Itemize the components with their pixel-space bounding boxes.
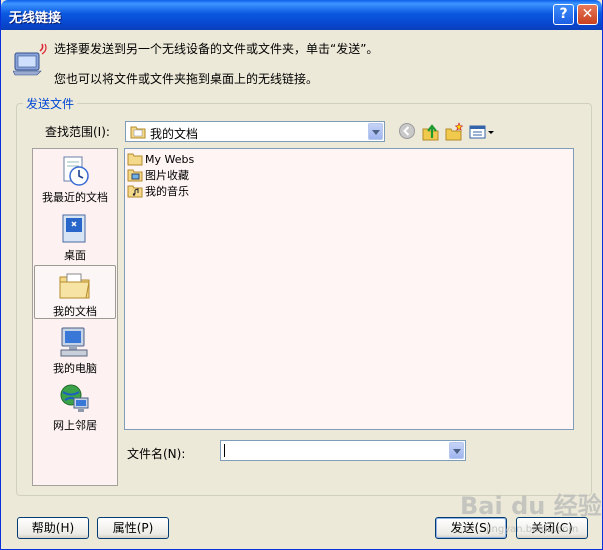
network-places-icon xyxy=(60,384,89,412)
new-folder-icon xyxy=(445,122,464,141)
look-in-value: 我的文档 xyxy=(150,127,199,141)
question-icon: ? xyxy=(559,6,568,22)
my-documents-folder-icon xyxy=(130,126,146,139)
close-icon: ✕ xyxy=(581,6,594,22)
file-name: 我的音乐 xyxy=(145,185,189,198)
places-item-desktop[interactable]: 桌面 xyxy=(34,210,116,264)
folder-up-icon xyxy=(422,124,439,141)
places-item-label: 桌面 xyxy=(64,249,86,262)
places-item-label: 网上邻居 xyxy=(53,419,97,432)
title-bar[interactable]: 无线链接 ? ✕ xyxy=(1,0,602,30)
window-title: 无线链接 xyxy=(9,11,62,26)
watermark-text: Bai du 经验 xyxy=(460,492,601,520)
list-item[interactable]: My Webs xyxy=(127,151,194,167)
wireless-device-icon xyxy=(12,43,47,80)
places-item-label: 我的文档 xyxy=(53,305,97,318)
watermark-sub: jingyan.baidu.com xyxy=(485,524,578,535)
new-folder-button[interactable] xyxy=(444,122,464,142)
places-item-my-documents[interactable]: 我的文档 xyxy=(34,265,116,319)
list-item[interactable]: 我的音乐 xyxy=(127,183,189,199)
places-item-label: 我的电脑 xyxy=(53,362,97,375)
my-documents-icon xyxy=(59,273,90,299)
chevron-down-icon[interactable] xyxy=(368,123,383,140)
info-text-primary: 选择要发送到另一个无线设备的文件或文件夹，单击“发送”。 xyxy=(54,42,379,56)
help-title-button[interactable]: ? xyxy=(553,4,574,25)
my-computer-icon xyxy=(60,327,88,357)
filename-field[interactable] xyxy=(220,440,466,461)
places-item-label: 我最近的文档 xyxy=(42,191,108,204)
look-in-dropdown[interactable]: 我的文档 xyxy=(125,121,385,142)
close-title-button[interactable]: ✕ xyxy=(577,4,598,25)
desktop-icon xyxy=(62,214,86,243)
properties-button[interactable]: 属性(P) xyxy=(97,517,169,539)
places-item-network-places[interactable]: 网上邻居 xyxy=(34,380,116,434)
wireless-link-dialog: 无线链接 ? ✕ 选择要发送到另一个无线设备的文件或文件夹，单击“发送”。 您也… xyxy=(0,0,603,550)
send-file-group-title: 发送文件 xyxy=(23,95,78,112)
filename-label: 文件名(N): xyxy=(127,447,186,461)
look-in-label: 查找范围(I): xyxy=(45,125,110,139)
up-one-level-button[interactable] xyxy=(421,122,441,142)
file-list[interactable]: My Webs 图片收藏 我的音乐 xyxy=(124,148,574,430)
folder-music-icon xyxy=(127,185,143,198)
folder-pictures-icon xyxy=(127,169,143,182)
back-button[interactable] xyxy=(398,122,418,142)
help-button[interactable]: 帮助(H) xyxy=(17,517,89,539)
view-menu-icon xyxy=(469,125,494,139)
places-bar: 我最近的文档 桌面 我的文档 我的电脑 网上邻居 xyxy=(32,148,118,486)
text-caret xyxy=(224,444,225,457)
recent-documents-icon xyxy=(63,156,89,186)
places-item-my-computer[interactable]: 我的电脑 xyxy=(34,323,116,377)
info-text-secondary: 您也可以将文件或文件夹拖到桌面上的无线链接。 xyxy=(54,72,319,86)
folder-icon xyxy=(127,153,143,166)
back-arrow-icon xyxy=(399,123,415,139)
file-name: My Webs xyxy=(145,152,195,166)
view-menu-button[interactable] xyxy=(469,122,495,142)
file-name: 图片收藏 xyxy=(145,169,189,182)
places-item-recent-documents[interactable]: 我最近的文档 xyxy=(34,152,116,206)
list-item[interactable]: 图片收藏 xyxy=(127,167,189,183)
chevron-down-icon[interactable] xyxy=(449,442,464,459)
baidu-watermark: Bai du 经验 jingyan.baidu.com xyxy=(456,484,602,539)
